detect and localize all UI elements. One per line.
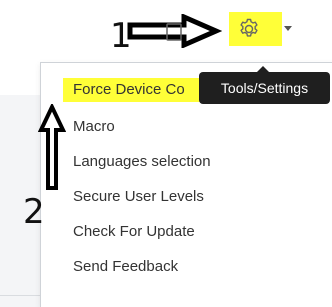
menu-item-check-for-update[interactable]: Check For Update bbox=[63, 220, 205, 244]
menu-item-languages[interactable]: Languages selection bbox=[63, 150, 221, 174]
menu-item-secure-user-levels[interactable]: Secure User Levels bbox=[63, 185, 214, 209]
gear-icon bbox=[240, 18, 258, 37]
step-2-label: 2 bbox=[23, 192, 45, 232]
settings-tooltip: Tools/Settings bbox=[199, 66, 330, 104]
document-icon[interactable] bbox=[165, 22, 183, 42]
menu-item-macro[interactable]: Macro bbox=[63, 115, 125, 139]
menu-item-send-feedback[interactable]: Send Feedback bbox=[63, 255, 188, 279]
up-arrow-icon bbox=[38, 104, 66, 190]
chevron-down-icon[interactable] bbox=[284, 26, 292, 31]
menu-item-force-device[interactable]: Force Device Co bbox=[63, 78, 221, 102]
screen: 1 Force Device Co Macro Languages select… bbox=[0, 0, 332, 307]
settings-button[interactable] bbox=[229, 12, 282, 46]
